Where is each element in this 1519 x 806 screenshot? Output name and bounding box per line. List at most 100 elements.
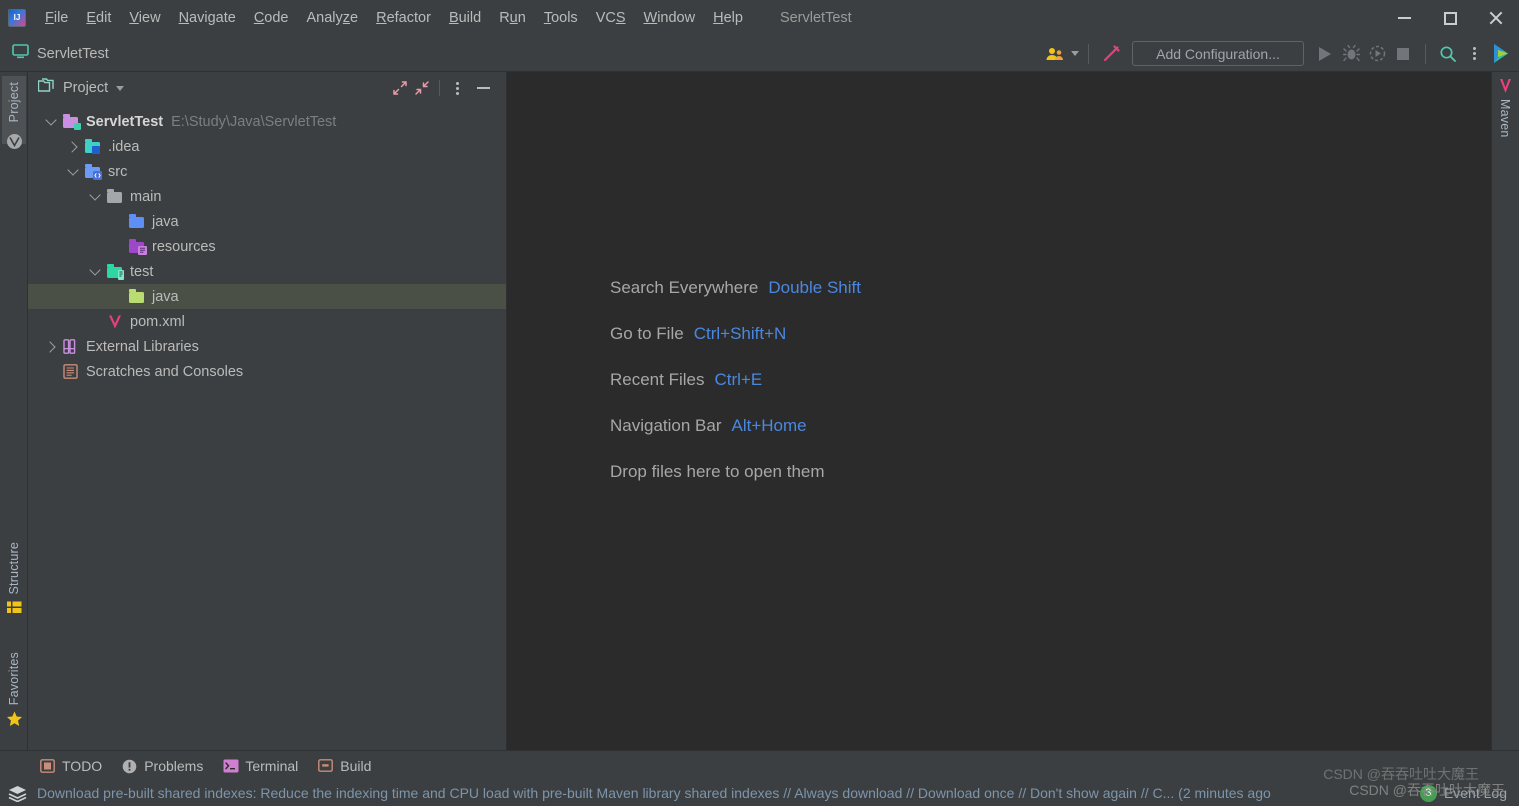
maximize-window-button[interactable] bbox=[1427, 0, 1473, 36]
tree-node-resources[interactable]: resources bbox=[28, 234, 506, 259]
tool-window-todo[interactable]: TODO bbox=[30, 751, 112, 781]
run-button[interactable] bbox=[1312, 41, 1338, 67]
menu-item-tools[interactable]: Tools bbox=[535, 7, 587, 29]
sidebar-item-maven-circle[interactable] bbox=[2, 128, 26, 154]
chevron-down-icon[interactable] bbox=[62, 164, 84, 176]
maven-icon bbox=[1499, 79, 1511, 93]
run-with-coverage-button[interactable] bbox=[1364, 41, 1390, 67]
tree-node-label: src bbox=[108, 163, 128, 180]
menu-item-analyze[interactable]: Analyze bbox=[298, 7, 368, 29]
code-with-me-icon[interactable] bbox=[1042, 41, 1068, 67]
tree-node-label: pom.xml bbox=[130, 313, 185, 330]
menu-item-navigate[interactable]: Navigate bbox=[170, 7, 245, 29]
project-tool-window: Project ServletTest E:\Study\Java\Servle… bbox=[28, 72, 507, 750]
status-bar-message[interactable]: Download pre-built shared indexes: Reduc… bbox=[37, 785, 1271, 801]
editor-hint-shortcut: Double Shift bbox=[768, 278, 861, 297]
run-configuration-selector[interactable]: Add Configuration... bbox=[1132, 41, 1304, 66]
editor-hint-action: Search Everywhere bbox=[610, 278, 759, 297]
tool-window-terminal[interactable]: Terminal bbox=[213, 751, 308, 781]
sidebar-item-favorites[interactable]: Favorites bbox=[2, 652, 26, 744]
tree-node-label: External Libraries bbox=[86, 338, 199, 355]
menu-item-build[interactable]: Build bbox=[440, 7, 490, 29]
menu-item-file[interactable]: File bbox=[36, 7, 77, 29]
maven-build-hammer-icon[interactable] bbox=[1098, 41, 1124, 67]
editor-hint-shortcut: Alt+Home bbox=[731, 416, 807, 435]
tree-node-src[interactable]: src bbox=[28, 159, 506, 184]
more-options-icon[interactable] bbox=[1461, 41, 1487, 67]
tool-window-build[interactable]: Build bbox=[308, 751, 381, 781]
minimize-window-button[interactable] bbox=[1381, 0, 1427, 36]
debug-button[interactable] bbox=[1338, 41, 1364, 67]
intellij-idea-window: FileEditViewNavigateCodeAnalyzeRefactorB… bbox=[0, 0, 1519, 806]
sidebar-item-project-label: Project bbox=[7, 82, 21, 123]
chevron-right-icon[interactable] bbox=[40, 340, 62, 353]
test-sources-root-folder-icon bbox=[128, 288, 146, 305]
tree-node-path: E:\Study\Java\ServletTest bbox=[171, 113, 337, 130]
hide-panel-icon[interactable] bbox=[468, 77, 498, 99]
menu-item-refactor[interactable]: Refactor bbox=[367, 7, 440, 29]
source-folder-icon bbox=[84, 163, 102, 180]
chevron-down-icon[interactable] bbox=[84, 264, 106, 276]
chevron-right-icon[interactable] bbox=[62, 140, 84, 153]
menu-item-view[interactable]: View bbox=[120, 7, 169, 29]
event-log-badge: 3 bbox=[1419, 784, 1437, 802]
tree-node-test[interactable]: test bbox=[28, 259, 506, 284]
editor-hint-action: Navigation Bar bbox=[610, 416, 722, 435]
menu-item-run[interactable]: Run bbox=[490, 7, 535, 29]
status-bar: Download pre-built shared indexes: Reduc… bbox=[0, 780, 1519, 806]
tree-node-label: main bbox=[130, 188, 162, 205]
tree-node-java[interactable]: java bbox=[28, 209, 506, 234]
project-panel-divider bbox=[439, 80, 440, 96]
editor-hint-row: Recent Files Ctrl+E bbox=[610, 370, 861, 390]
editor-hint-row: Go to File Ctrl+Shift+N bbox=[610, 324, 861, 344]
todo-icon bbox=[40, 758, 55, 773]
window-controls bbox=[1381, 0, 1519, 36]
tool-window-problems-label: Problems bbox=[144, 757, 204, 774]
tree-node-main[interactable]: main bbox=[28, 184, 506, 209]
breadcrumb[interactable]: ServletTest bbox=[12, 43, 109, 64]
menu-item-help[interactable]: Help bbox=[704, 7, 752, 29]
search-icon[interactable] bbox=[1435, 41, 1461, 67]
tree-node--idea[interactable]: .idea bbox=[28, 134, 506, 159]
menu-item-vcs[interactable]: VCS bbox=[587, 7, 635, 29]
chevron-down-icon[interactable] bbox=[84, 189, 106, 201]
editor-empty-area[interactable]: Search Everywhere Double Shift Go to File C… bbox=[507, 72, 1491, 750]
structure-icon bbox=[6, 601, 21, 613]
resources-root-folder-icon bbox=[128, 238, 147, 255]
editor-hint-shortcut: Ctrl+Shift+N bbox=[693, 324, 787, 343]
tree-node-servlettest[interactable]: ServletTest E:\Study\Java\ServletTest bbox=[28, 109, 506, 134]
collapse-all-icon[interactable] bbox=[411, 77, 433, 99]
menu-item-code[interactable]: Code bbox=[245, 7, 298, 29]
tree-node-external-libraries[interactable]: External Libraries bbox=[28, 334, 506, 359]
tree-node-java[interactable]: java bbox=[28, 284, 506, 309]
close-window-button[interactable] bbox=[1473, 0, 1519, 36]
tree-node-label: test bbox=[130, 263, 154, 280]
tree-node-label: ServletTest bbox=[86, 113, 164, 130]
project-panel-chevron-down-icon[interactable] bbox=[116, 85, 125, 91]
sidebar-item-structure[interactable]: Structure bbox=[2, 542, 26, 634]
tool-window-problems[interactable]: Problems bbox=[112, 751, 213, 781]
sidebar-item-maven[interactable]: Maven bbox=[1493, 78, 1517, 168]
tree-node-pom-xml[interactable]: pom.xml bbox=[28, 309, 506, 334]
favorites-star-icon bbox=[6, 711, 22, 727]
editor-hint-action: Go to File bbox=[610, 324, 684, 343]
chevron-down-icon[interactable] bbox=[40, 114, 62, 126]
editor-hint-shortcut: Ctrl+E bbox=[714, 370, 763, 389]
expand-all-icon[interactable] bbox=[389, 77, 411, 99]
tree-node-scratches-and-consoles[interactable]: Scratches and Consoles bbox=[28, 359, 506, 384]
menu-item-edit[interactable]: Edit bbox=[77, 7, 120, 29]
maven-pom-icon bbox=[106, 314, 124, 330]
window-title: ServletTest bbox=[779, 10, 852, 26]
ide-update-icon[interactable] bbox=[1487, 41, 1513, 67]
left-tool-window-stripe: Project Structure Favorites bbox=[0, 72, 28, 750]
code-with-me-chevron-down-icon[interactable] bbox=[1071, 51, 1079, 56]
event-log-button[interactable]: 3 Event Log bbox=[1419, 784, 1519, 802]
panel-options-icon[interactable] bbox=[446, 77, 468, 99]
menu-item-window[interactable]: Window bbox=[635, 7, 705, 29]
toolbar-divider-2 bbox=[1425, 43, 1426, 64]
sidebar-item-maven-label: Maven bbox=[1498, 99, 1512, 138]
terminal-icon bbox=[223, 759, 239, 773]
stop-button[interactable] bbox=[1390, 41, 1416, 67]
project-folder-icon bbox=[37, 78, 55, 98]
editor-hint-action: Drop files here to open them bbox=[610, 462, 825, 481]
